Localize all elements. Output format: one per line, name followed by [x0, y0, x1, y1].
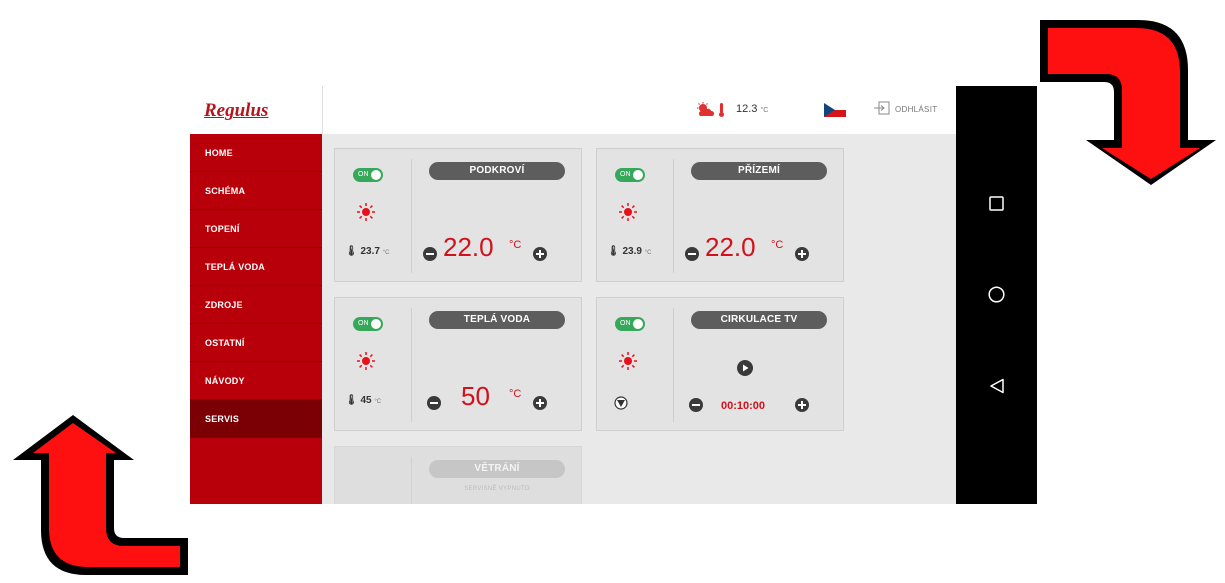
decrease-button[interactable] — [685, 247, 699, 261]
sidebar-item-schema[interactable]: SCHÉMA — [190, 172, 322, 210]
heating-sun-icon — [357, 352, 375, 370]
zone-title[interactable]: PŘÍZEMÍ — [691, 162, 827, 180]
current-temperature: 🌡︎ 23.9 °C — [607, 246, 651, 257]
regulus-logo: Regulus — [204, 100, 269, 121]
decrease-button[interactable] — [427, 396, 441, 410]
zone-title[interactable]: PODKROVÍ — [429, 162, 565, 180]
decrease-button[interactable] — [689, 398, 703, 412]
current-temp-unit: °C — [644, 250, 652, 256]
setpoint-unit: °C — [771, 239, 784, 251]
circulation-timer: 00:10:00 — [721, 400, 766, 412]
thermometer-icon: 🌡︎ — [607, 246, 620, 257]
thermometer-icon: 🌡︎ — [345, 395, 358, 406]
heating-sun-icon — [619, 352, 637, 370]
increase-button[interactable] — [795, 247, 809, 261]
zone-toggle[interactable]: ON — [353, 168, 383, 182]
sidebar: HOME SCHÉMA TOPENÍ TEPLÁ VODA ZDROJE OST… — [190, 134, 322, 504]
setpoint-value: 50 — [461, 381, 490, 411]
setpoint-unit: °C — [509, 239, 522, 251]
setpoint-unit: °C — [509, 388, 522, 400]
logout-icon[interactable] — [873, 99, 891, 117]
current-temp-value: 23.9 — [622, 246, 642, 257]
toggle-label: ON — [620, 320, 631, 327]
rotate-clockwise-arrow-icon — [1040, 20, 1216, 185]
logout-button[interactable]: ODHLÁSIT — [895, 105, 937, 114]
toggle-label: ON — [358, 320, 369, 327]
toggle-label: ON — [358, 171, 369, 178]
pump-icon — [614, 396, 628, 410]
outdoor-temp-value: 12.3 — [736, 103, 758, 115]
zone-toggle[interactable]: ON — [615, 317, 645, 331]
current-temp-unit: °C — [374, 399, 382, 405]
heating-sun-icon — [357, 203, 375, 221]
recent-apps-icon[interactable] — [989, 196, 1004, 211]
current-temperature: 🌡︎ 45 °C — [345, 395, 381, 406]
current-temp-value: 45 — [360, 395, 372, 406]
zone-card-prizemi: ON 🌡︎ 23.9 °C PŘÍZEMÍ 22.0 °C — [596, 148, 844, 282]
increase-button[interactable] — [533, 247, 547, 261]
toggle-knob — [371, 319, 381, 329]
zone-title: VĚTRÁNÍ — [429, 460, 565, 478]
back-triangle-icon[interactable] — [989, 378, 1005, 394]
tablet-screen: Regulus 12.3 °C ODHLÁSIT HOME SCHÉMA TOP… — [190, 86, 956, 504]
heating-sun-icon — [619, 203, 637, 221]
outdoor-temp-unit: °C — [760, 107, 769, 114]
zone-title[interactable]: CIRKULACE TV — [691, 311, 827, 329]
zone-toggle[interactable]: ON — [615, 168, 645, 182]
card-divider — [411, 308, 412, 422]
setpoint-value: 22.0 — [443, 232, 494, 262]
sidebar-item-servis[interactable]: SERVIS — [190, 400, 322, 438]
sidebar-item-zdroje[interactable]: ZDROJE — [190, 286, 322, 324]
current-temperature: 🌡︎ 23.7 °C — [345, 246, 389, 257]
card-divider — [411, 457, 412, 504]
current-temp-unit: °C — [382, 250, 390, 256]
sidebar-item-navody[interactable]: NÁVODY — [190, 362, 322, 400]
card-divider — [411, 159, 412, 273]
weather-cloud-sun-icon — [697, 102, 724, 117]
zone-card-cirkulace-tv: ON CIRKULACE TV 00:10:00 — [596, 297, 844, 431]
decrease-button[interactable] — [423, 247, 437, 261]
sidebar-item-home[interactable]: HOME — [190, 134, 322, 172]
sidebar-item-topeni[interactable]: TOPENÍ — [190, 210, 322, 248]
setpoint-value: 22.0 — [705, 232, 756, 262]
current-temp-value: 23.7 — [360, 246, 380, 257]
sidebar-item-tepla-voda[interactable]: TEPLÁ VODA — [190, 248, 322, 286]
outdoor-temperature: 12.3 °C — [736, 103, 768, 115]
android-nav-bar — [956, 86, 1037, 504]
zone-toggle[interactable]: ON — [353, 317, 383, 331]
play-icon[interactable] — [737, 360, 753, 376]
toggle-label: ON — [620, 171, 631, 178]
app-header: Regulus 12.3 °C ODHLÁSIT — [190, 86, 956, 134]
increase-button[interactable] — [533, 396, 547, 410]
zone-card-podkrovi: ON 🌡︎ 23.7 °C PODKROVÍ 22.0 °C — [334, 148, 582, 282]
thermometer-icon: 🌡︎ — [345, 246, 358, 257]
card-divider — [673, 308, 674, 422]
rotate-counterclockwise-arrow-icon — [13, 415, 188, 575]
cropped-caption — [380, 0, 900, 18]
increase-button[interactable] — [795, 398, 809, 412]
czech-flag-icon[interactable] — [824, 103, 846, 117]
sidebar-item-ostatni[interactable]: OSTATNÍ — [190, 324, 322, 362]
main-content: ON 🌡︎ 23.7 °C PODKROVÍ 22.0 °C ON 🌡︎ 23.… — [322, 134, 956, 504]
zone-card-vetrani: VĚTRÁNÍ SERVISNĚ VYPNUTO — [334, 446, 582, 504]
logo-area: Regulus — [190, 86, 323, 134]
home-circle-icon[interactable] — [988, 286, 1005, 303]
card-divider — [673, 159, 674, 273]
zone-card-tepla-voda: ON 🌡︎ 45 °C TEPLÁ VODA 50 °C — [334, 297, 582, 431]
toggle-knob — [371, 170, 381, 180]
zone-title[interactable]: TEPLÁ VODA — [429, 311, 565, 329]
service-disabled-note: SERVISNĚ VYPNUTO — [464, 486, 530, 492]
toggle-knob — [633, 319, 643, 329]
toggle-knob — [633, 170, 643, 180]
